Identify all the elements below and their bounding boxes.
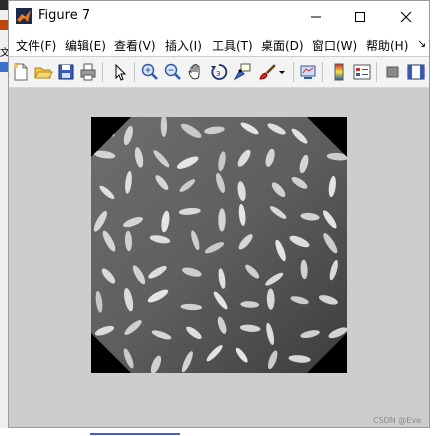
menu-edit[interactable]: 编辑(E) [65, 37, 106, 54]
background-window-strip: 文 [0, 0, 8, 436]
toolbar-separator [293, 62, 294, 82]
maximize-button[interactable] [337, 1, 383, 32]
hide-plot-tools-icon[interactable] [383, 62, 403, 82]
data-cursor-icon[interactable] [232, 62, 252, 82]
toolbar-separator [102, 62, 103, 82]
rotated-rice-image [91, 117, 347, 373]
toolbar-separator [376, 62, 377, 82]
figure-window: Figure 7 文件(F) 编辑(E) 查看(V) 插入(I) 工具(T) 桌… [8, 0, 430, 428]
zoom-out-icon[interactable] [163, 62, 183, 82]
menu-bar: 文件(F) 编辑(E) 查看(V) 插入(I) 工具(T) 桌面(D) 窗口(W… [9, 32, 429, 56]
figure-image[interactable] [91, 117, 347, 373]
watermark: CSDN @Eve [372, 416, 421, 425]
maximize-icon [355, 11, 365, 22]
minimize-icon [311, 16, 321, 17]
insert-legend-icon[interactable] [352, 62, 372, 82]
menu-view[interactable]: 查看(V) [114, 37, 156, 54]
toolbar-separator [322, 62, 323, 82]
edit-plot-arrow-icon[interactable] [110, 62, 130, 82]
matlab-logo-icon [16, 8, 32, 24]
menu-insert[interactable]: 插入(I) [165, 37, 202, 54]
toolbar-separator [134, 62, 135, 82]
taskbar-fragment [0, 428, 436, 436]
menu-help[interactable]: 帮助(H) [366, 37, 408, 54]
menu-tools[interactable]: 工具(T) [212, 37, 253, 54]
close-icon [400, 11, 412, 22]
new-figure-icon[interactable] [11, 62, 31, 82]
open-file-icon[interactable] [33, 62, 53, 82]
brush-icon[interactable] [257, 62, 277, 82]
figure-toolbar: 3 [9, 57, 429, 88]
link-plot-icon[interactable] [298, 62, 318, 82]
print-icon[interactable] [78, 62, 98, 82]
brush-dropdown-icon[interactable] [277, 62, 287, 82]
menu-window[interactable]: 窗口(W) [312, 37, 357, 54]
menu-overflow-icon[interactable]: ↘ [417, 37, 426, 50]
save-icon[interactable] [56, 62, 76, 82]
menu-desktop[interactable]: 桌面(D) [261, 37, 304, 54]
pan-hand-icon[interactable] [186, 62, 206, 82]
rotate-3d-icon[interactable]: 3 [209, 62, 229, 82]
background-window-text: 文 [0, 48, 8, 58]
title-bar[interactable]: Figure 7 [9, 1, 429, 32]
menu-file[interactable]: 文件(F) [16, 37, 56, 54]
zoom-in-icon[interactable] [140, 62, 160, 82]
insert-colorbar-icon[interactable] [329, 62, 349, 82]
close-button[interactable] [383, 1, 429, 32]
show-plot-tools-icon[interactable] [406, 62, 426, 82]
window-title: Figure 7 [38, 8, 91, 23]
minimize-button[interactable] [293, 1, 339, 32]
svg-text:3: 3 [216, 70, 220, 78]
